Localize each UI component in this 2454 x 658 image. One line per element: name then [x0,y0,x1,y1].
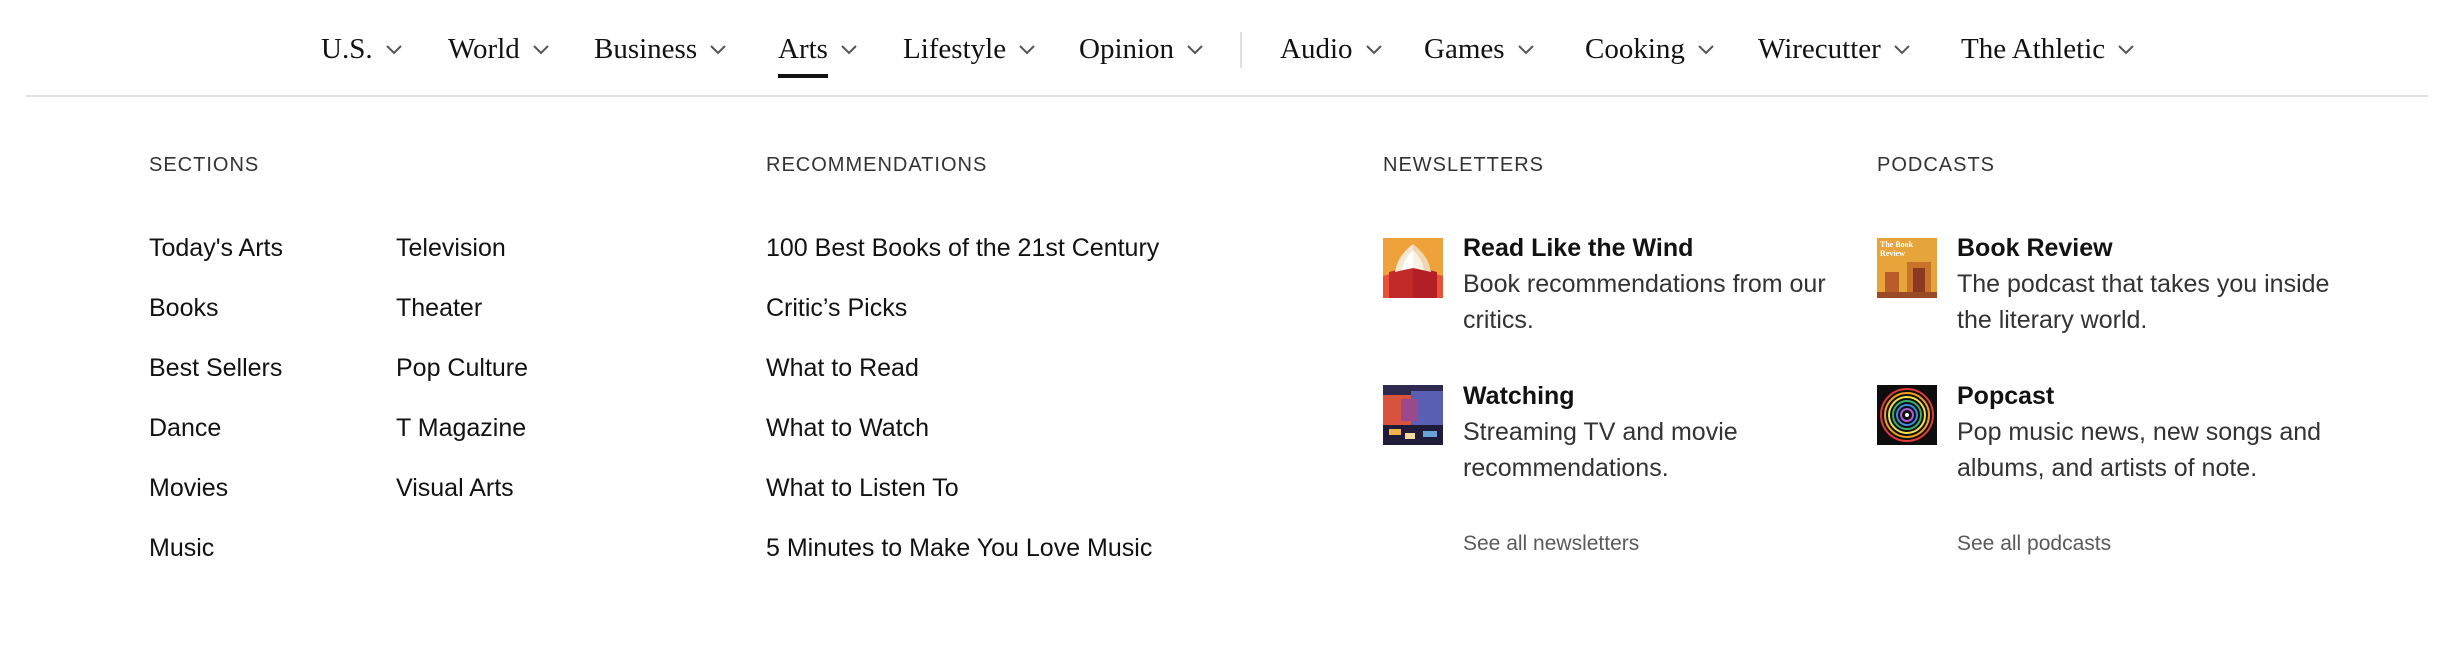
nav-label: Games [1424,33,1505,65]
podcast-title[interactable]: Popcast [1957,380,2054,412]
nav-item-world[interactable]: World [448,28,550,72]
chevron-down-icon [1517,45,1534,55]
see-all-podcasts-link[interactable]: See all podcasts [1957,530,2111,558]
nav-item-business[interactable]: Business [594,28,727,72]
nav-divider [1240,32,1242,68]
chevron-down-icon [533,45,549,55]
section-link-pop-culture[interactable]: Pop Culture [396,352,528,384]
newsletter-description: Book recommendations from our critics. [1463,270,1826,334]
newsletter-title[interactable]: Watching [1463,380,1575,412]
nav-item-audio[interactable]: Audio [1280,28,1383,72]
podcast-title[interactable]: Book Review [1957,232,2113,264]
chevron-down-icon [841,45,857,55]
chevron-down-icon [1365,45,1382,55]
newsletter-description: Streaming TV and movie recommendations. [1463,418,1738,482]
recommendation-link[interactable]: Critic’s Picks [766,292,907,324]
section-link-television[interactable]: Television [396,232,506,264]
chevron-down-icon [1187,45,1203,55]
nav-item-the-athletic[interactable]: The Athletic [1961,28,2135,72]
recommendation-link[interactable]: What to Listen To [766,472,959,504]
nav-label: U.S. [321,33,373,65]
nav-item-cooking[interactable]: Cooking [1585,28,1715,72]
recommendation-link[interactable]: 5 Minutes to Make You Love Music [766,532,1152,564]
nav-item-wirecutter[interactable]: Wirecutter [1758,28,1911,72]
book-newsletter-icon[interactable] [1383,238,1443,298]
see-all-newsletters-link[interactable]: See all newsletters [1463,530,1639,558]
recommendations-heading: RECOMMENDATIONS [766,154,988,176]
section-link-books[interactable]: Books [149,292,218,324]
nav-label: Lifestyle [903,33,1007,65]
tv-newsletter-icon[interactable] [1383,385,1443,445]
recommendation-link[interactable]: What to Read [766,352,919,384]
nav-label: Cooking [1585,33,1685,65]
section-link-todays-arts[interactable]: Today's Arts [149,232,283,264]
nav-item-us[interactable]: U.S. [321,28,403,72]
nav-label: Audio [1280,33,1353,65]
chevron-down-icon [1019,45,1035,55]
sections-heading: SECTIONS [149,154,260,176]
chevron-down-icon [385,45,402,55]
newsletters-heading: NEWSLETTERS [1383,154,1545,176]
nav-label: Opinion [1079,33,1175,65]
nav-label: Business [594,33,698,65]
book-review-podcast-icon[interactable]: The Book Review [1877,238,1937,298]
section-link-music[interactable]: Music [149,532,214,564]
section-link-movies[interactable]: Movies [149,472,228,504]
chevron-down-icon [710,45,726,55]
nav-label: Arts [778,28,828,78]
chevron-down-icon [1698,45,1714,55]
nav-bottom-rule [26,95,2428,97]
section-link-visual-arts[interactable]: Visual Arts [396,472,514,504]
nav-item-lifestyle[interactable]: Lifestyle [903,28,1036,72]
podcast-description: Pop music news, new songs and albums, an… [1957,418,2322,482]
section-link-theater[interactable]: Theater [396,292,482,324]
nav-item-arts[interactable]: Arts [778,28,858,78]
nav-label: Wirecutter [1758,33,1881,65]
top-navigation: U.S. World Business Arts Lifestyle Opini… [0,0,2454,97]
recommendation-link[interactable]: 100 Best Books of the 21st Century [766,232,1159,264]
nav-item-games[interactable]: Games [1424,28,1535,72]
book-review-cover-text: The Book Review [1880,240,1914,258]
nav-item-opinion[interactable]: Opinion [1079,28,1204,72]
popcast-podcast-icon[interactable] [1877,385,1937,445]
section-link-dance[interactable]: Dance [149,412,221,444]
chevron-down-icon [2118,45,2134,55]
recommendation-link[interactable]: What to Watch [766,412,929,444]
newsletter-title[interactable]: Read Like the Wind [1463,232,1693,264]
nav-label: The Athletic [1961,33,2106,65]
section-link-best-sellers[interactable]: Best Sellers [149,352,282,384]
nav-label: World [448,33,520,65]
podcast-description: The podcast that takes you inside the li… [1957,270,2330,334]
chevron-down-icon [1894,45,1910,55]
podcasts-heading: PODCASTS [1877,154,1996,176]
section-link-t-magazine[interactable]: T Magazine [396,412,526,444]
